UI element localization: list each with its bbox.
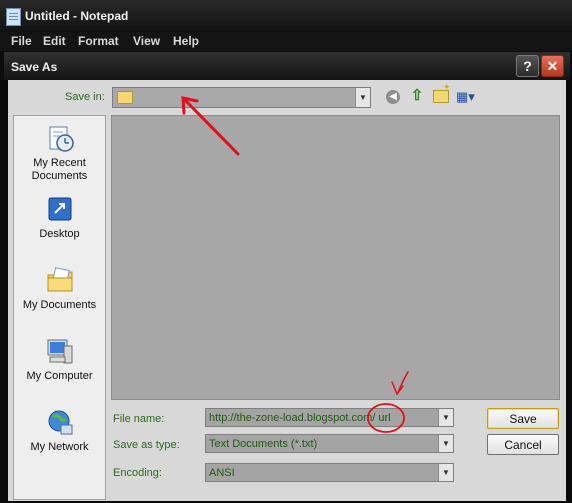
views-menu-icon[interactable]: ▦▾: [456, 89, 480, 105]
save-in-dropdown[interactable]: ▼: [112, 87, 371, 108]
my-computer-icon: [47, 339, 72, 364]
place-label: My Network: [30, 441, 89, 453]
place-my-computer[interactable]: My Computer: [14, 337, 105, 383]
save-in-label: Save in:: [65, 91, 105, 103]
recent-documents-icon: [49, 126, 74, 152]
chevron-down-icon[interactable]: ▼: [438, 409, 453, 426]
encoding-label: Encoding:: [113, 467, 162, 479]
chevron-down-icon[interactable]: ▼: [438, 435, 453, 452]
save-as-type-value: Text Documents (*.txt): [209, 438, 318, 450]
help-button[interactable]: ?: [516, 55, 539, 77]
notepad-titlebar: Untitled - Notepad: [0, 0, 572, 32]
notepad-title: Untitled - Notepad: [25, 9, 129, 23]
menu-bar: File Edit Format View Help: [0, 32, 572, 51]
file-name-input[interactable]: http://the-zone-load.blogspot.com/ url ▼: [205, 408, 454, 427]
menu-file[interactable]: File: [11, 34, 32, 48]
folder-icon: [117, 91, 133, 104]
dialog-title: Save As: [11, 60, 58, 74]
close-button[interactable]: ✕: [541, 55, 564, 77]
cancel-button[interactable]: Cancel: [487, 434, 559, 455]
save-as-type-dropdown[interactable]: Text Documents (*.txt) ▼: [205, 434, 454, 453]
place-my-documents[interactable]: My Documents: [14, 266, 105, 312]
place-desktop[interactable]: Desktop: [14, 195, 105, 241]
chevron-down-icon[interactable]: ▼: [355, 88, 370, 107]
place-label: My Recent Documents: [31, 157, 88, 182]
menu-edit[interactable]: Edit: [43, 34, 66, 48]
place-label: My Documents: [22, 299, 97, 311]
menu-view[interactable]: View: [133, 34, 160, 48]
back-icon[interactable]: ◀: [386, 90, 400, 104]
chevron-down-icon[interactable]: ▼: [438, 464, 453, 481]
menu-help[interactable]: Help: [173, 34, 199, 48]
new-folder-icon[interactable]: [433, 82, 451, 103]
notepad-icon: [6, 8, 21, 26]
save-as-type-label: Save as type:: [113, 439, 180, 451]
menu-format[interactable]: Format: [78, 34, 119, 48]
dialog-titlebar: Save As ? ✕: [4, 52, 570, 80]
place-my-network[interactable]: My Network: [14, 408, 105, 454]
save-as-dialog: Save As ? ✕ Save in: ▼ ◀ ⇧ ▦▾ My Recent …: [4, 52, 570, 503]
up-folder-icon[interactable]: ⇧: [409, 88, 425, 104]
encoding-value: ANSI: [209, 467, 235, 479]
desktop-icon: [48, 197, 71, 221]
place-label: My Computer: [26, 370, 93, 382]
save-button[interactable]: Save: [487, 408, 559, 429]
place-my-recent-documents[interactable]: My Recent Documents: [14, 124, 105, 183]
file-list-pane[interactable]: [111, 115, 560, 400]
places-bar: My Recent Documents Desktop My Documents: [13, 115, 106, 500]
encoding-dropdown[interactable]: ANSI ▼: [205, 463, 454, 482]
file-name-value: http://the-zone-load.blogspot.com/ url: [209, 412, 391, 424]
dialog-body: Save in: ▼ ◀ ⇧ ▦▾ My Recent Documents: [8, 80, 566, 501]
place-label: Desktop: [39, 228, 80, 240]
my-network-icon: [48, 410, 72, 435]
file-name-label: File name:: [113, 413, 165, 425]
my-documents-icon: [47, 267, 72, 292]
